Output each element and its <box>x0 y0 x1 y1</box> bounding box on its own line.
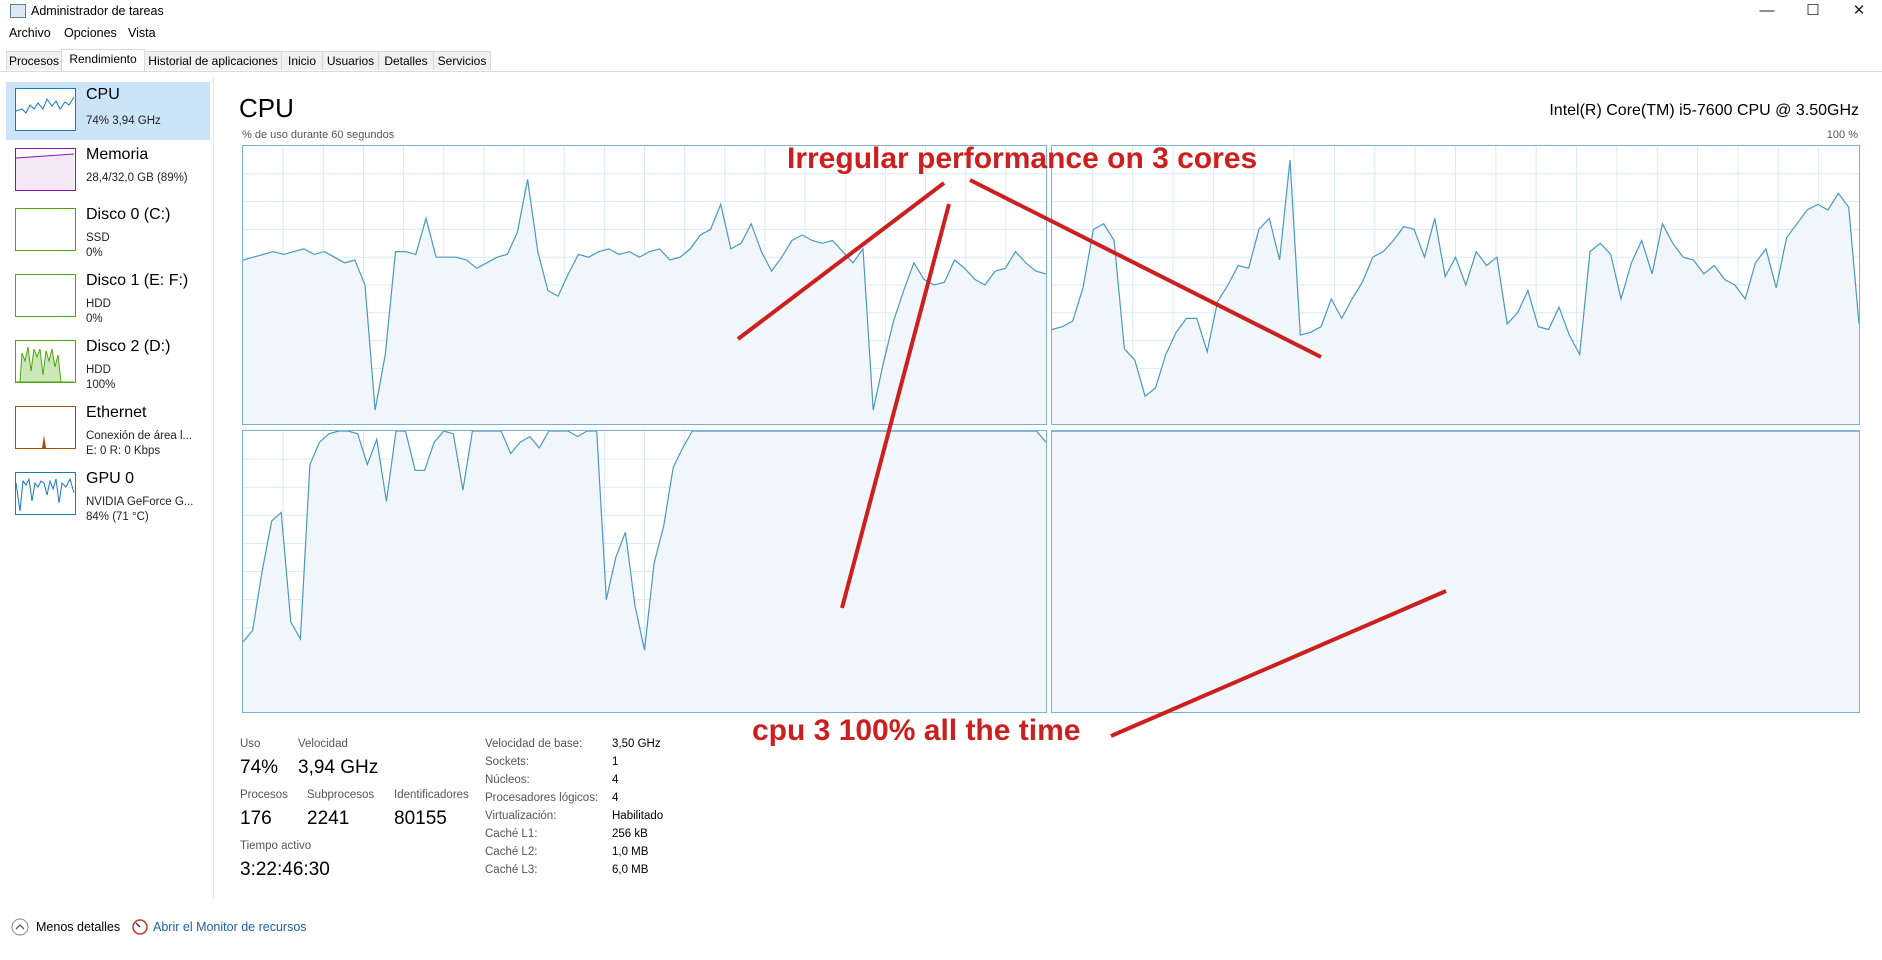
cpu-model: Intel(R) Core(TM) i5-7600 CPU @ 3.50GHz <box>1549 102 1859 119</box>
less-details-link[interactable]: Menos detalles <box>36 920 120 934</box>
info-label: Caché L1: <box>485 828 538 840</box>
disk0-thumbnail <box>15 208 76 251</box>
info-label: Caché L2: <box>485 846 538 858</box>
maximize-button[interactable]: ☐ <box>1790 0 1836 22</box>
sidebar-item-memoria[interactable]: Memoria 28,4/32,0 GB (89%) <box>6 142 210 200</box>
sidebar-item-disco0[interactable]: Disco 0 (C:) SSD 0% <box>6 202 210 260</box>
menu-archivo[interactable]: Archivo <box>9 26 51 40</box>
tab-usuarios[interactable]: Usuarios <box>322 51 379 70</box>
footer-bar: Menos detalles Abrir el Monitor de recur… <box>0 915 1882 945</box>
info-label: Virtualización: <box>485 810 557 822</box>
info-value: 256 kB <box>612 828 648 840</box>
velocidad-value: 3,94 GHz <box>298 757 379 778</box>
sidebar-item-cpu[interactable]: CPU 74% 3,94 GHz <box>6 82 210 140</box>
cpu-thumbnail <box>15 88 76 131</box>
menu-vista[interactable]: Vista <box>128 26 156 40</box>
sidebar-type-disco1: HDD <box>86 298 111 310</box>
sidebar-usage-disco2: 100% <box>86 379 116 391</box>
sidebar-detail-memoria: 28,4/32,0 GB (89%) <box>86 172 188 184</box>
sidebar-temp-gpu0: 84% (71 °C) <box>86 511 149 523</box>
identificadores-label: Identificadores <box>394 789 469 801</box>
tab-bar: Procesos Rendimiento Historial de aplica… <box>0 49 1882 72</box>
tab-detalles[interactable]: Detalles <box>378 51 434 70</box>
tab-servicios[interactable]: Servicios <box>433 51 491 70</box>
sidebar-type-disco2: HDD <box>86 364 111 376</box>
page-title: CPU <box>239 93 294 123</box>
info-label: Núcleos: <box>485 774 530 786</box>
info-value: 3,50 GHz <box>612 738 661 750</box>
ethernet-thumbnail <box>15 406 76 449</box>
sidebar-label-disco1: Disco 1 (E: F:) <box>86 272 189 289</box>
annotation-irregular: Irregular performance on 3 cores <box>787 142 1258 175</box>
sidebar-detail-gpu0: NVIDIA GeForce G... <box>86 496 194 508</box>
info-label: Caché L3: <box>485 864 538 876</box>
sidebar-usage-disco1: 0% <box>86 313 103 325</box>
sidebar-throughput-ethernet: E: 0 R: 0 Kbps <box>86 445 161 457</box>
subprocesos-label: Subprocesos <box>307 789 375 801</box>
core-graph-2 <box>242 430 1047 713</box>
info-label: Sockets: <box>485 756 530 768</box>
sidebar-usage-disco0: 0% <box>86 247 103 259</box>
disk2-thumbnail <box>15 340 76 383</box>
identificadores-value: 80155 <box>394 808 447 829</box>
sidebar-item-disco2[interactable]: Disco 2 (D:) HDD 100% <box>6 334 210 392</box>
core-graph-3 <box>1051 430 1860 713</box>
info-value: 4 <box>612 774 619 786</box>
disk1-thumbnail <box>15 274 76 317</box>
chevron-up-icon[interactable] <box>10 917 30 937</box>
core-graph-0 <box>242 145 1047 425</box>
tab-inicio[interactable]: Inicio <box>281 51 323 70</box>
uso-value: 74% <box>240 757 279 778</box>
tiempo-activo-label: Tiempo activo <box>240 840 312 852</box>
task-manager-icon <box>10 4 26 18</box>
info-value: 4 <box>612 792 619 804</box>
sidebar-label-ethernet: Ethernet <box>86 404 147 421</box>
menu-opciones[interactable]: Opciones <box>64 26 117 40</box>
sidebar-label-memoria: Memoria <box>86 146 149 163</box>
info-value: 6,0 MB <box>612 864 649 876</box>
velocidad-label: Velocidad <box>298 738 348 750</box>
uso-label: Uso <box>240 738 261 750</box>
usage-area <box>1052 431 1859 712</box>
sidebar-label-disco2: Disco 2 (D:) <box>86 338 171 355</box>
info-value: 1,0 MB <box>612 846 649 858</box>
sidebar-detail-ethernet: Conexión de área l... <box>86 430 193 442</box>
sidebar-item-gpu0[interactable]: GPU 0 NVIDIA GeForce G... 84% (71 °C) <box>6 466 210 524</box>
open-resource-monitor-link[interactable]: Abrir el Monitor de recursos <box>153 920 307 934</box>
graph-max-label: 100 % <box>1826 129 1858 141</box>
minimize-button[interactable]: — <box>1744 0 1790 22</box>
core-graph-1 <box>1051 145 1860 425</box>
sidebar-label-disco0: Disco 0 (C:) <box>86 206 171 223</box>
sidebar-detail-cpu: 74% 3,94 GHz <box>86 115 161 127</box>
annotation-cpu3: cpu 3 100% all the time <box>752 714 1081 747</box>
sidebar-item-disco1[interactable]: Disco 1 (E: F:) HDD 0% <box>6 268 210 326</box>
sidebar-item-ethernet[interactable]: Ethernet Conexión de área l... E: 0 R: 0… <box>6 400 210 458</box>
memory-thumbnail <box>15 148 76 191</box>
window-title: Administrador de tareas <box>31 4 164 18</box>
procesos-value: 176 <box>240 808 272 829</box>
tab-rendimiento[interactable]: Rendimiento <box>61 49 145 71</box>
title-bar: Administrador de tareas — ☐ ✕ <box>0 0 1882 24</box>
resource-sidebar: CPU 74% 3,94 GHz Memoria 28,4/32,0 GB (8… <box>0 78 214 898</box>
graph-caption: % de uso durante 60 segundos <box>242 129 395 141</box>
gpu-thumbnail <box>15 472 76 515</box>
close-button[interactable]: ✕ <box>1836 0 1882 22</box>
info-value: 1 <box>612 756 619 768</box>
info-value: Habilitado <box>612 810 664 822</box>
info-label: Procesadores lógicos: <box>485 792 599 804</box>
tab-procesos[interactable]: Procesos <box>6 51 62 70</box>
subprocesos-value: 2241 <box>307 808 350 829</box>
tiempo-activo-value: 3:22:46:30 <box>240 859 330 880</box>
sidebar-label-gpu0: GPU 0 <box>86 470 135 487</box>
info-label: Velocidad de base: <box>485 738 583 750</box>
sidebar-label-cpu: CPU <box>86 86 120 103</box>
resource-monitor-icon <box>132 919 148 935</box>
sidebar-type-disco0: SSD <box>86 232 110 244</box>
procesos-label: Procesos <box>240 789 288 801</box>
tab-historial[interactable]: Historial de aplicaciones <box>144 51 282 70</box>
